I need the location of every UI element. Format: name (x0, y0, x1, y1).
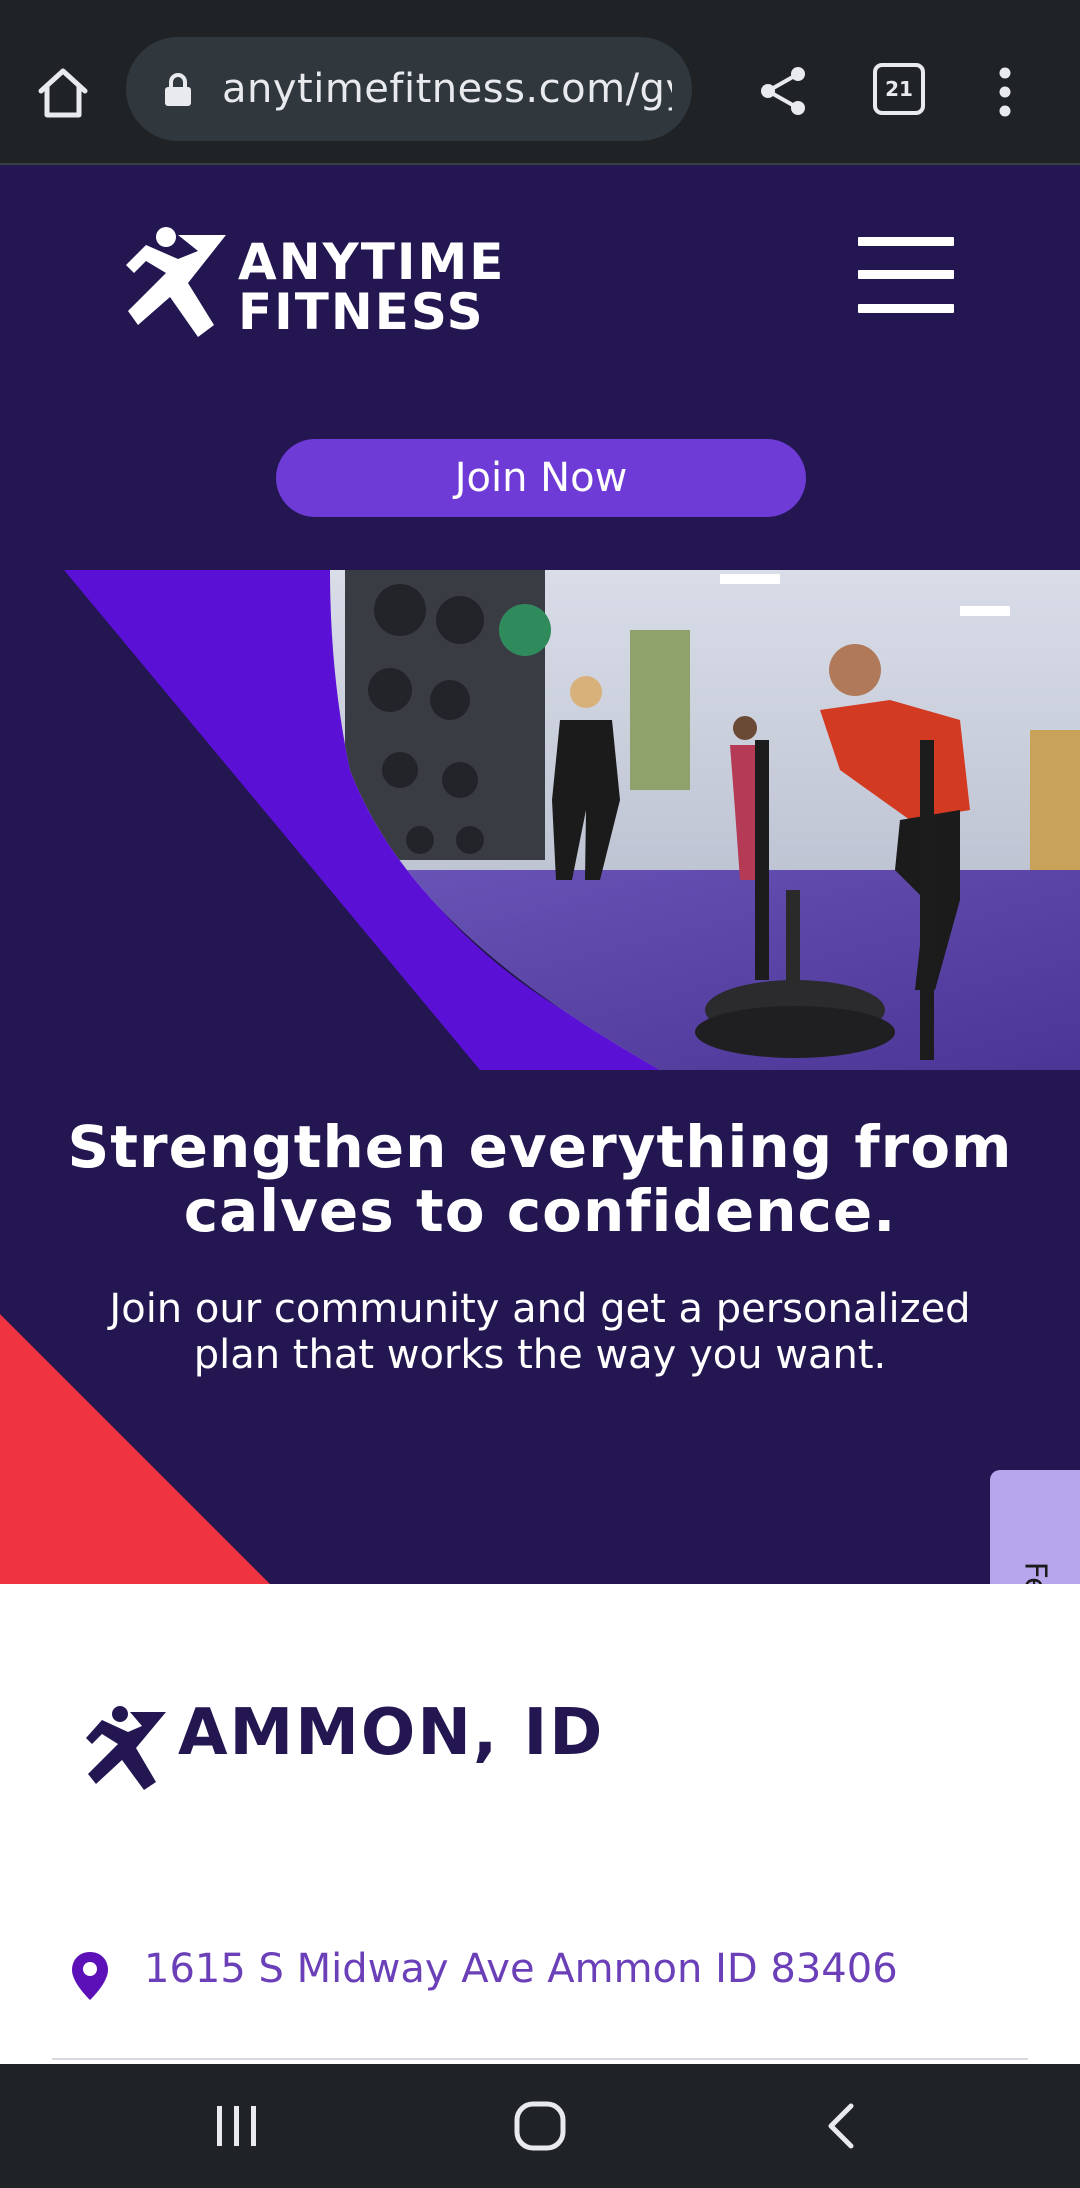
hero-title-line2: calves to confidence. (183, 1177, 897, 1245)
browser-toolbar: anytimefitness.com/gy 21 (0, 0, 1080, 165)
anytime-fitness-logo[interactable]: ANYTIME FITNESS (126, 225, 556, 343)
more-vert-icon[interactable] (990, 62, 1020, 122)
logo-text-anytime: ANYTIME (238, 233, 506, 291)
hero-title: Strengthen everything from calves to con… (0, 1115, 1080, 1243)
hamburger-icon[interactable] (858, 237, 954, 313)
tab-count: 21 (873, 63, 925, 115)
feedback-tab[interactable]: Feedback (990, 1470, 1080, 1584)
logo-text-fitness: FITNESS (238, 283, 485, 341)
running-man-icon (86, 1706, 166, 1790)
gym-location-title: AMMON, ID (178, 1696, 605, 1770)
hero-image (64, 570, 1080, 1070)
join-now-button[interactable]: Join Now (276, 439, 806, 517)
feedback-label: Feedback (1018, 1562, 1053, 1584)
divider (52, 2058, 1028, 2060)
url-bar[interactable]: anytimefitness.com/gy (126, 37, 692, 141)
hero-section: Strengthen everything from calves to con… (0, 570, 1080, 1584)
back-icon[interactable] (820, 2100, 860, 2152)
share-icon[interactable] (752, 58, 814, 124)
lock-icon (164, 73, 192, 107)
red-accent-shape (0, 1314, 270, 1584)
url-text: anytimefitness.com/gy (222, 66, 672, 112)
map-pin-icon (72, 1952, 108, 2000)
location-section: AMMON, ID 1615 S Midway Ave Ammon ID 834… (0, 1584, 1080, 2064)
system-navigation-bar (0, 2064, 1080, 2188)
site-header: ANYTIME FITNESS Join Now (0, 165, 1080, 570)
home-icon[interactable] (28, 58, 98, 128)
recents-icon[interactable] (210, 2100, 264, 2152)
tabs-icon[interactable]: 21 (873, 63, 929, 119)
running-man-icon (126, 227, 226, 337)
home-circle-icon[interactable] (510, 2098, 570, 2154)
gym-address-link[interactable]: 1615 S Midway Ave Ammon ID 83406 (144, 1946, 898, 1992)
hero-title-line1: Strengthen everything from (67, 1113, 1013, 1181)
